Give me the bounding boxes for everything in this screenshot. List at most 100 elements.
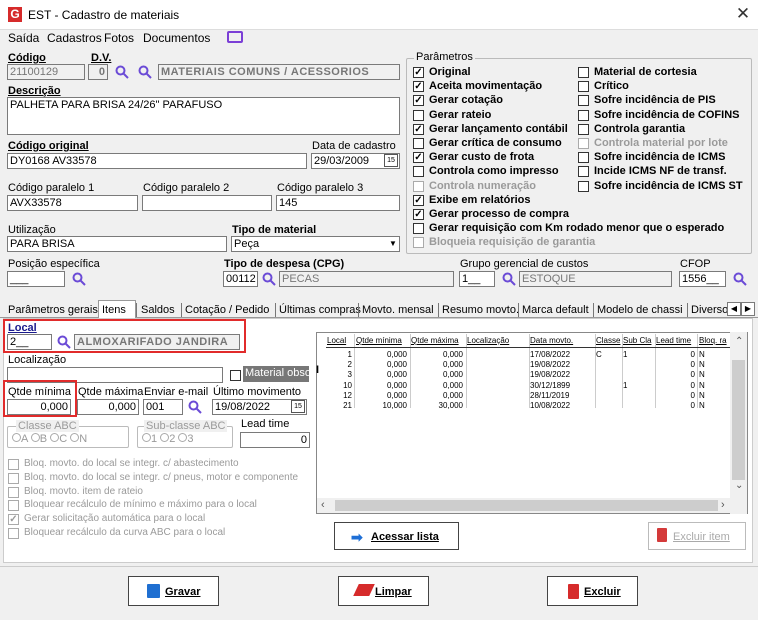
search-icon[interactable] bbox=[72, 272, 86, 286]
vertical-scrollbar[interactable]: ⌃ ⌄ bbox=[730, 332, 747, 514]
grid-cell[interactable]: 1 bbox=[623, 350, 652, 359]
tab-itens[interactable]: Itens bbox=[102, 304, 126, 316]
grid-cell[interactable]: N bbox=[699, 350, 726, 359]
menu-saida[interactable]: Saída bbox=[8, 31, 39, 45]
param-left-checkbox[interactable]: ✓ bbox=[413, 123, 424, 135]
tab-scroll-left-icon[interactable]: ◀ bbox=[727, 302, 741, 316]
grid-header-cell[interactable]: Lead time bbox=[656, 336, 698, 345]
classe-abc-radios[interactable]: A B C N bbox=[12, 433, 87, 445]
excluir-button[interactable]: Excluir bbox=[547, 576, 638, 606]
grid-cell[interactable]: 1 bbox=[623, 381, 652, 390]
search-icon[interactable] bbox=[115, 65, 129, 79]
grid-cell[interactable]: 0 bbox=[656, 401, 695, 410]
grid-header-cell[interactable]: Localização bbox=[467, 336, 529, 345]
grid-cell[interactable]: N bbox=[699, 401, 726, 410]
menu-fotos[interactable]: Fotos bbox=[104, 31, 134, 45]
grid-cell[interactable]: 0 bbox=[656, 360, 695, 369]
scroll-thumb[interactable] bbox=[732, 360, 745, 480]
search-icon[interactable] bbox=[138, 65, 152, 79]
grid-cell[interactable]: 0,000 bbox=[356, 350, 407, 359]
grid-cell[interactable]: 0,000 bbox=[411, 370, 463, 379]
grid-cell[interactable]: 12 bbox=[327, 391, 352, 400]
grid-cell[interactable]: 17/08/2022 bbox=[530, 350, 592, 359]
grid-cell[interactable]: 1 bbox=[327, 350, 352, 359]
grupo-cod-field[interactable]: 1__ bbox=[459, 271, 495, 287]
dv-field[interactable]: 0 bbox=[88, 64, 108, 80]
param-left-checkbox[interactable]: ✓ bbox=[413, 152, 424, 164]
tab-cotacao-pedido[interactable]: Cotação / Pedido bbox=[185, 304, 269, 316]
grid-header-cell[interactable]: Qtde mínima bbox=[356, 336, 410, 345]
tab-parametros-gerais[interactable]: Parâmetros gerais bbox=[8, 304, 98, 316]
grid-cell[interactable]: N bbox=[699, 391, 726, 400]
chevron-down-icon[interactable]: ▼ bbox=[387, 237, 399, 251]
subclasse-abc-radios[interactable]: 1 2 3 bbox=[142, 433, 194, 445]
grid-cell[interactable]: C bbox=[596, 350, 619, 359]
scroll-left-icon[interactable]: ‹ bbox=[321, 499, 325, 511]
param-right-checkbox[interactable] bbox=[578, 138, 589, 149]
grid-cell[interactable]: 0,000 bbox=[356, 391, 407, 400]
grid-cell[interactable]: 19/08/2022 bbox=[530, 360, 592, 369]
menu-cadastros[interactable]: Cadastros bbox=[47, 31, 102, 45]
tab-diverso[interactable]: Diverso bbox=[691, 304, 728, 316]
grid-cell[interactable]: 0 bbox=[656, 350, 695, 359]
bloqueio-checkbox[interactable] bbox=[8, 500, 19, 512]
tipo-material-select[interactable]: Peça bbox=[231, 236, 400, 252]
grid-cell[interactable]: 0,000 bbox=[411, 360, 463, 369]
acessar-lista-button[interactable]: ➡ Acessar lista bbox=[334, 522, 459, 550]
param-right-checkbox[interactable] bbox=[578, 152, 589, 164]
grid-header-cell[interactable]: Local bbox=[327, 336, 355, 345]
grid-cell[interactable]: 0,000 bbox=[356, 370, 407, 379]
search-icon[interactable] bbox=[502, 272, 516, 286]
obsoleto-checkbox[interactable] bbox=[230, 370, 241, 381]
param-left-checkbox[interactable]: ✓ bbox=[413, 194, 424, 206]
lead-time-field[interactable]: 0 bbox=[240, 432, 310, 448]
document-icon[interactable] bbox=[227, 31, 243, 43]
param-left-checkbox[interactable] bbox=[413, 223, 424, 235]
tab-scroll-right-icon[interactable]: ▶ bbox=[741, 302, 755, 316]
bloqueio-checkbox[interactable] bbox=[8, 486, 19, 498]
grid-header-cell[interactable]: Sub Cla bbox=[623, 336, 655, 345]
tab-ultimas-compras[interactable]: Últimas compras bbox=[279, 304, 361, 316]
posicao-field[interactable]: ___ bbox=[7, 271, 65, 287]
grid-cell[interactable]: 3 bbox=[327, 370, 352, 379]
descricao-field[interactable]: PALHETA PARA BRISA 24/26" PARAFUSO bbox=[7, 97, 400, 135]
grid-header-cell[interactable]: Bloq. ra bbox=[699, 336, 729, 345]
scroll-h-thumb[interactable] bbox=[335, 500, 718, 511]
tab-movto-mensal[interactable]: Movto. mensal bbox=[362, 304, 434, 316]
search-icon[interactable] bbox=[733, 272, 747, 286]
grid-cell[interactable]: 30,000 bbox=[411, 401, 463, 410]
grid-cell[interactable]: 0,000 bbox=[356, 360, 407, 369]
calendar-icon[interactable]: 15 bbox=[291, 400, 305, 413]
grid-cell[interactable]: 0 bbox=[656, 370, 695, 379]
grid-cell[interactable]: 10,000 bbox=[356, 401, 407, 410]
param-left-checkbox[interactable] bbox=[413, 138, 424, 149]
param-right-checkbox[interactable] bbox=[578, 166, 589, 178]
param-left-checkbox[interactable] bbox=[413, 237, 424, 249]
grid-cell[interactable]: 0 bbox=[656, 391, 695, 400]
search-icon[interactable] bbox=[188, 400, 202, 414]
tipo-despesa-cod-field[interactable]: 00112 bbox=[223, 271, 258, 287]
menu-documentos[interactable]: Documentos bbox=[143, 31, 210, 45]
close-icon[interactable]: ✕ bbox=[733, 4, 753, 24]
cfop-field[interactable]: 1556__ bbox=[679, 271, 726, 287]
codigo-original-field[interactable]: DY0168 AV33578 bbox=[7, 153, 307, 169]
grid-header-cell[interactable]: Qtde máxima bbox=[411, 336, 466, 345]
param-left-checkbox[interactable]: ✓ bbox=[413, 81, 424, 93]
limpar-button[interactable]: Limpar bbox=[338, 576, 429, 606]
param-right-checkbox[interactable] bbox=[578, 81, 589, 93]
paralelo2-field[interactable] bbox=[142, 195, 272, 211]
paralelo1-field[interactable]: AVX33578 bbox=[7, 195, 138, 211]
grid-cell[interactable]: 28/11/2019 bbox=[530, 391, 592, 400]
param-right-checkbox[interactable] bbox=[578, 109, 589, 121]
grid-cell[interactable]: 21 bbox=[327, 401, 352, 410]
bloqueio-checkbox[interactable]: ✓ bbox=[8, 514, 19, 526]
param-left-checkbox[interactable] bbox=[413, 180, 424, 192]
search-icon[interactable] bbox=[262, 272, 276, 286]
bloqueio-checkbox[interactable] bbox=[8, 528, 19, 539]
tab-resumo-movto[interactable]: Resumo movto. bbox=[442, 304, 519, 316]
grid-cell[interactable]: N bbox=[699, 360, 726, 369]
paralelo3-field[interactable]: 145 bbox=[276, 195, 400, 211]
tab-marca-default[interactable]: Marca default bbox=[522, 304, 589, 316]
gravar-button[interactable]: Gravar bbox=[128, 576, 219, 606]
param-right-checkbox[interactable] bbox=[578, 123, 589, 135]
